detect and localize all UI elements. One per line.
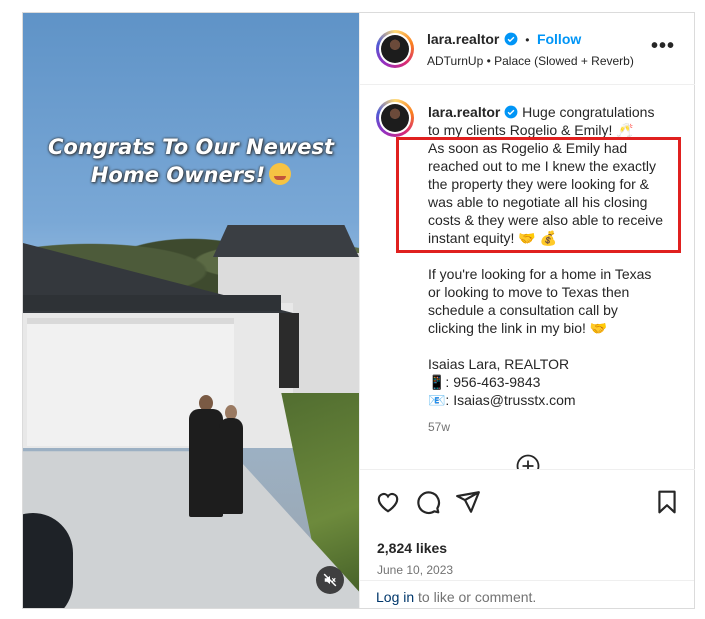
caption-signature: Isaias Lara, REALTOR [428, 356, 570, 372]
mute-button[interactable] [316, 566, 344, 594]
caption-author-avatar[interactable] [376, 99, 414, 137]
more-options-icon[interactable]: ••• [651, 36, 675, 56]
house-roof-edge [23, 295, 281, 311]
post-frame: Congrats To Our Newest Home Owners! lara… [22, 12, 695, 609]
caption-paragraph-line: If you're looking for a home in Texas [428, 266, 652, 282]
header-separator: • [525, 33, 530, 47]
save-bookmark-icon[interactable] [654, 489, 680, 515]
share-send-icon[interactable] [455, 489, 481, 515]
caption-phone: 📱: 956-463-9843 [428, 374, 541, 390]
caption-paragraph-line: or looking to move to Texas then [428, 284, 630, 300]
overlay-line-2: Home Owners! [90, 163, 266, 187]
caption-username[interactable]: lara.realtor [428, 104, 500, 120]
like-count[interactable]: 2,824 likes [377, 540, 447, 556]
red-highlight-box [396, 137, 681, 253]
comment-bubble-icon[interactable] [415, 489, 441, 515]
caption-paragraph-line: clicking the link in my bio! 🤝 [428, 320, 608, 336]
author-avatar[interactable] [376, 30, 414, 68]
author-username[interactable]: lara.realtor [427, 31, 499, 47]
audio-track-link[interactable]: ADTurnUp • Palace (Slowed + Reverb) [427, 54, 634, 68]
follow-button[interactable]: Follow [537, 31, 581, 47]
front-door [279, 313, 299, 388]
caption-email: 📧: Isaias@trusstx.com [428, 392, 576, 408]
speaker-muted-icon [323, 573, 337, 587]
media-overlay-text: Congrats To Our Newest Home Owners! [23, 133, 359, 189]
caption-paragraph-line: schedule a consultation call by [428, 302, 618, 318]
partying-face-icon [269, 163, 292, 185]
post-media[interactable]: Congrats To Our Newest Home Owners! [23, 13, 359, 608]
post-header: lara.realtor • Follow ADTurnUp • Palace … [360, 13, 695, 85]
login-prompt: Log in to like or comment. [359, 580, 694, 608]
caption-time-ago[interactable]: 57w [428, 418, 683, 436]
login-prompt-text: to like or comment. [414, 589, 537, 605]
load-more-comments-icon[interactable] [516, 454, 540, 469]
verified-badge-icon [504, 32, 518, 46]
verified-badge-icon [504, 105, 518, 119]
post-date: June 10, 2023 [377, 563, 454, 577]
person-woman [219, 418, 243, 514]
overlay-line-1: Congrats To Our Newest [47, 135, 335, 159]
caption-intro-line1: Huge congratulations [522, 104, 655, 120]
like-heart-icon[interactable] [375, 489, 401, 515]
person-man [189, 409, 223, 517]
login-link[interactable]: Log in [376, 589, 414, 605]
post-side-panel: lara.realtor • Follow ADTurnUp • Palace … [359, 13, 695, 608]
